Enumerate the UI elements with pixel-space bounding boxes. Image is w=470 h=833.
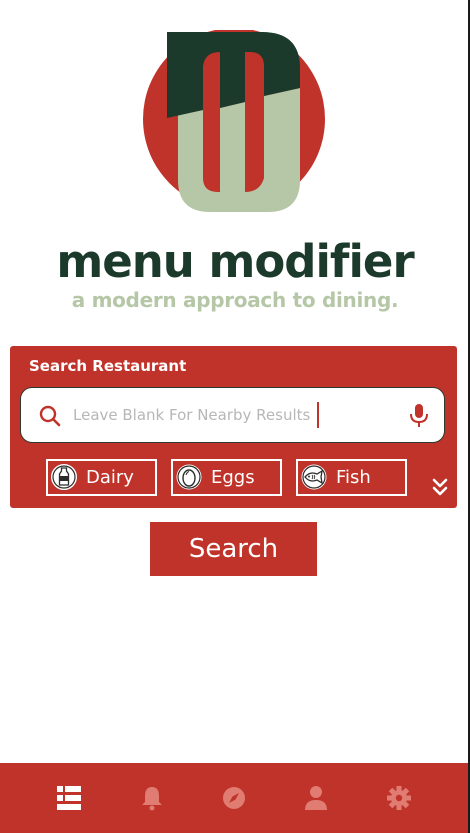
user-icon[interactable]	[303, 785, 329, 811]
brand-title: menu modifier	[56, 235, 414, 288]
list-icon[interactable]	[56, 785, 82, 811]
search-panel: Search Restaurant Dairy Eggs	[10, 346, 457, 508]
search-box[interactable]	[20, 387, 445, 443]
double-chevron-down-icon[interactable]	[431, 477, 449, 497]
bottom-tab-bar	[0, 763, 470, 833]
text-caret	[317, 402, 319, 428]
search-panel-title: Search Restaurant	[29, 357, 187, 375]
brand-logo	[143, 30, 325, 212]
milk-bottle-icon	[51, 464, 77, 490]
fish-icon	[301, 464, 327, 490]
filter-chip-dairy[interactable]: Dairy	[46, 459, 157, 496]
filter-chip-eggs[interactable]: Eggs	[171, 459, 282, 496]
filter-chip-label: Fish	[336, 467, 371, 488]
microphone-icon[interactable]	[408, 403, 430, 429]
search-input[interactable]	[73, 402, 403, 428]
bell-icon[interactable]	[139, 785, 165, 811]
search-button[interactable]: Search	[150, 522, 317, 576]
compass-icon[interactable]	[221, 785, 247, 811]
filter-chip-label: Eggs	[211, 467, 255, 488]
egg-icon	[176, 464, 202, 490]
gear-icon[interactable]	[386, 785, 412, 811]
filter-chip-label: Dairy	[86, 467, 134, 488]
brand-tagline: a modern approach to dining.	[71, 288, 399, 312]
search-icon	[39, 405, 61, 427]
filter-chip-fish[interactable]: Fish	[296, 459, 407, 496]
